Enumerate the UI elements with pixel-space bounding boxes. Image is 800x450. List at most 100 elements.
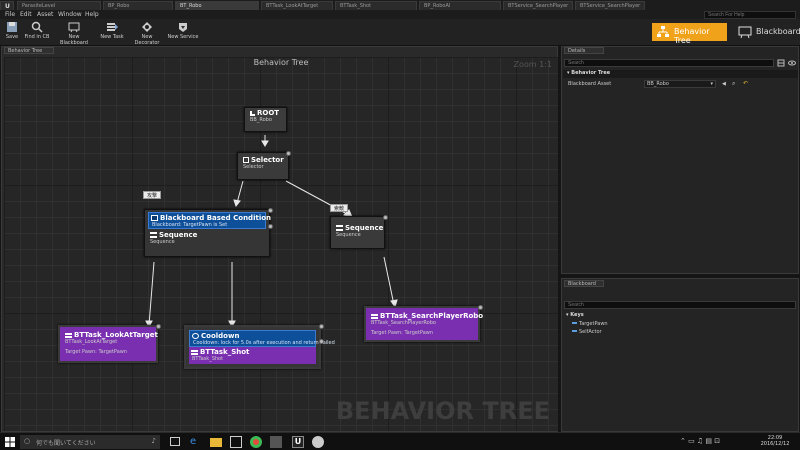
sequence-order-pin	[383, 215, 388, 220]
cooldown-icon	[192, 333, 199, 339]
tab-bttask-shot[interactable]: BTTask_Shot	[335, 1, 417, 10]
details-panel: Details ▾ Behavior Tree Blackboard Asset…	[561, 46, 799, 274]
sequence-search-title: Sequence	[345, 224, 384, 232]
help-search-input[interactable]	[704, 11, 796, 19]
browse-icon[interactable]: ⌕	[732, 80, 735, 88]
new-blackboard-label: New Blackboard	[60, 34, 88, 46]
edge-selector-seq-left	[236, 180, 244, 204]
clock-date: 2016/12/12	[760, 441, 790, 447]
menu-file[interactable]: File	[5, 11, 15, 18]
tab-behavior-tree-panel[interactable]: Behavior Tree	[4, 47, 54, 54]
menu-window[interactable]: Window	[58, 11, 82, 18]
selector-icon	[243, 157, 249, 163]
comment-search[interactable]: 索敵	[330, 204, 349, 212]
cooldown-desc: Cooldown: lock for 5.0s after execution …	[193, 340, 335, 346]
sequence-attack-subtitle: Sequence	[150, 239, 175, 245]
system-tray-icons[interactable]: ⌃ ▭ ♫ ▤ ⊡	[680, 437, 720, 445]
task-shot-order-pin	[319, 339, 324, 344]
edge-browser-icon[interactable]: e	[190, 436, 202, 448]
unreal-logo-icon[interactable]: U	[0, 1, 14, 10]
tab-blackboard[interactable]: Blackboard	[564, 280, 604, 287]
toolbar: Save Find in CB New Blackboard New Task …	[0, 19, 800, 46]
task-view-icon[interactable]	[170, 437, 180, 446]
chrome-icon[interactable]	[250, 436, 262, 448]
store-icon[interactable]	[230, 436, 242, 448]
cooldown-decorator[interactable]: Cooldown Cooldown: lock for 5.0s after e…	[189, 330, 335, 347]
keys-section-header[interactable]: ▾ Keys	[566, 312, 584, 318]
task-shot-header: BTTask_Shot	[189, 347, 316, 356]
taskbar-search-box[interactable]: ○ 何でも聞いてください ♪	[20, 435, 160, 449]
tab-details[interactable]: Details	[564, 47, 604, 54]
sequence-icon	[150, 232, 157, 238]
taskbar-search-placeholder: 何でも聞いてください	[36, 440, 96, 447]
blackboard-key-row[interactable]: SelfActor	[572, 329, 602, 335]
menu-bar: File Edit Asset Window Help	[0, 10, 800, 19]
menu-help[interactable]: Help	[85, 11, 99, 18]
task-shot-subtitle: BTTask_Shot	[192, 356, 224, 362]
root-node[interactable]: ROOT BB_Robo	[244, 107, 287, 132]
new-task-icon	[107, 23, 118, 31]
tab-bt-robo[interactable]: BT_Robo	[175, 1, 259, 10]
behavior-tree-icon	[657, 26, 669, 37]
reset-icon[interactable]: ↶	[743, 80, 748, 87]
behavior-tree-mode-button[interactable]: Behavior Tree	[652, 23, 727, 45]
tab-bttask-lookattarget[interactable]: BTTask_LookAtTarget	[261, 1, 333, 10]
details-search-input[interactable]	[564, 59, 774, 67]
menu-edit[interactable]: Edit	[20, 11, 32, 18]
new-task-button[interactable]: New Task	[97, 21, 127, 45]
blackboard-asset-combo[interactable]: BB_Robo ▾	[644, 80, 716, 88]
new-service-button[interactable]: New Service	[167, 21, 199, 45]
task-lookattarget-node[interactable]: BTTask_LookAtTarget BTTask_LookAtTarget …	[58, 324, 161, 363]
blackboard-mode-icon	[738, 26, 752, 39]
blackboard-search-input[interactable]	[564, 301, 796, 309]
eye-icon[interactable]	[788, 59, 796, 67]
sequence-attack-node[interactable]: Blackboard Based Condition Blackboard: T…	[144, 208, 273, 257]
new-blackboard-button[interactable]: New Blackboard	[54, 21, 94, 46]
sequence-search-node[interactable]: Sequence Sequence	[330, 215, 388, 249]
blackboard-panel: Blackboard ▾ Keys TargetPawn SelfActor	[561, 278, 799, 432]
task-searchplayerrobo-property: Target Pawn: TargetPawn	[371, 330, 434, 336]
tab-btservice-searchplayer[interactable]: BTService_SearchPlayer	[503, 1, 573, 10]
chevron-down-icon: ▾	[710, 81, 713, 87]
clock[interactable]: 22:09 2016/12/12	[755, 435, 795, 447]
microphone-icon[interactable]: ♪	[152, 437, 156, 445]
tab-bp-roboai[interactable]: BP_RoboAI	[419, 1, 501, 10]
grid-view-icon[interactable]	[777, 59, 785, 67]
tab-parasitelevel[interactable]: ParasiteLevel	[17, 1, 101, 10]
root-subtitle: BB_Robo	[250, 117, 272, 123]
new-service-label: New Service	[167, 34, 199, 40]
blackboard-mode-button[interactable]: Blackboard	[734, 23, 800, 41]
blackboard-key-row[interactable]: TargetPawn	[572, 321, 608, 327]
edge-seq-search	[383, 256, 395, 306]
task-shot-node[interactable]: Cooldown Cooldown: lock for 5.0s after e…	[184, 324, 335, 369]
find-in-cb-button[interactable]: Find in CB	[23, 21, 51, 45]
tab-bp-robo[interactable]: BP_Robo	[103, 1, 173, 10]
save-icon	[7, 22, 17, 32]
document-tab-strip: U ParasiteLevel BP_Robo BT_Robo BTTask_L…	[0, 0, 800, 10]
save-button[interactable]: Save	[3, 21, 21, 45]
decorator-order-pin	[268, 224, 273, 229]
save-label: Save	[5, 34, 19, 40]
tab-btservice-searchplayer-2[interactable]: BTService_SearchPlayer	[575, 1, 645, 10]
task-shot-body: BTTask_Shot BTTask_Shot	[189, 347, 316, 364]
unreal-engine-icon[interactable]: U	[292, 436, 304, 448]
menu-asset[interactable]: Asset	[37, 11, 53, 18]
new-decorator-button[interactable]: New Decorator	[129, 21, 165, 46]
task-searchplayerrobo-node[interactable]: BTTask_SearchPlayerRobo BTTask_SearchPla…	[364, 305, 483, 342]
selector-title: Selector	[251, 156, 284, 164]
cooldown-title: Cooldown	[201, 332, 240, 340]
edge-seq-look	[148, 261, 155, 326]
app-icon[interactable]	[270, 436, 282, 448]
windows-start-icon[interactable]	[4, 436, 16, 448]
app-icon-2[interactable]	[312, 436, 324, 448]
details-section-header[interactable]: ▾ Behavior Tree	[563, 70, 798, 78]
selector-node[interactable]: Selector Selector	[237, 151, 291, 180]
blackboard-condition-decorator[interactable]: Blackboard Based Condition Blackboard: T…	[148, 212, 271, 229]
task-lookattarget-subtitle: BTTask_LookAtTarget	[65, 339, 118, 345]
graph-canvas[interactable]: Behavior Tree Zoom 1:1 BEHAVIOR TREE ROO…	[4, 57, 558, 431]
comment-attack[interactable]: 攻撃	[143, 191, 162, 199]
file-explorer-icon[interactable]	[210, 438, 222, 447]
cooldown-header: Cooldown	[190, 331, 315, 340]
task-shot-title: BTTask_Shot	[200, 348, 250, 356]
use-selected-icon[interactable]: ◀	[722, 81, 726, 87]
